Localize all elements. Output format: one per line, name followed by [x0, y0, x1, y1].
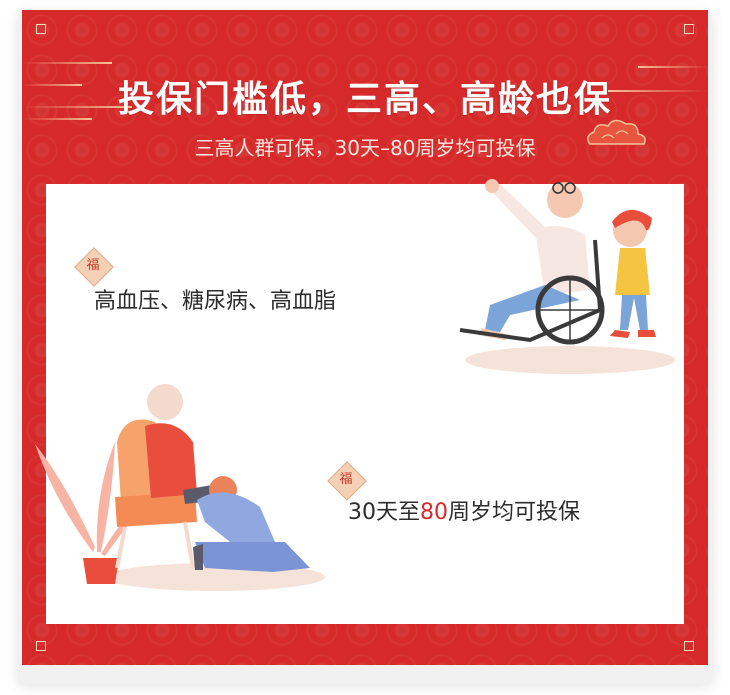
- age-prefix: 30天至: [348, 500, 420, 525]
- page-subtitle: 三高人群可保，30天–80周岁均可投保: [194, 136, 536, 160]
- age-suffix: 周岁均可投保: [448, 500, 581, 525]
- corner-ornament: [684, 641, 694, 651]
- grandmother-illustration: [35, 384, 325, 591]
- condition-list: 高血压、糖尿病、高血脂: [94, 289, 337, 314]
- page-title: 投保门槛低，三高、高龄也保: [117, 79, 612, 120]
- age-highlight: 80: [420, 500, 448, 525]
- decorative-line: [638, 66, 708, 68]
- corner-ornament: [36, 24, 46, 34]
- corner-ornament: [36, 641, 46, 651]
- age-range-text: 30天至80周岁均可投保: [348, 494, 580, 526]
- decorative-line: [22, 62, 112, 64]
- corner-ornament: [684, 24, 694, 34]
- wheelchair-illustration: [459, 179, 675, 374]
- fu-badge-label: 福: [86, 258, 100, 273]
- fu-badge-label: 福: [339, 472, 353, 487]
